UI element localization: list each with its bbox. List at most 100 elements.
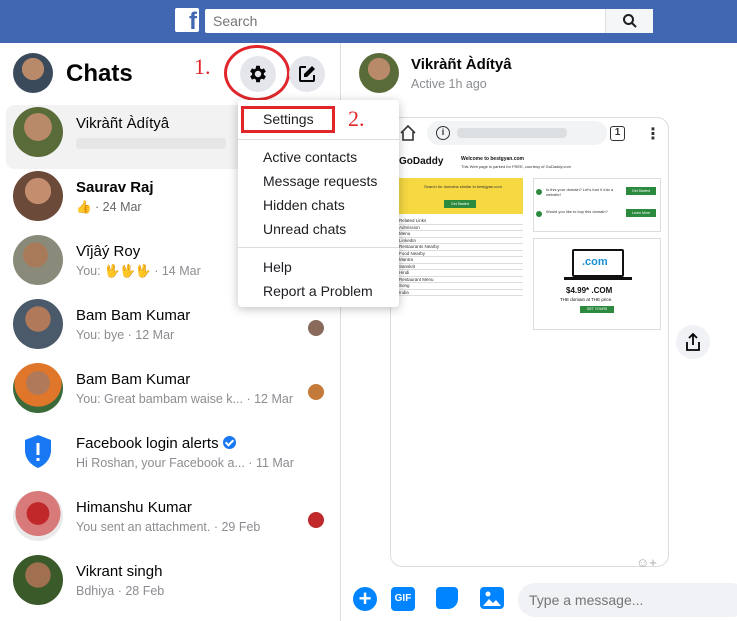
photo-icon[interactable]	[480, 587, 504, 609]
chat-preview: You: Great bambam waise k... · 12 Mar	[76, 392, 293, 406]
info-icon: i	[436, 126, 450, 140]
share-icon	[686, 333, 700, 351]
search-input[interactable]	[205, 9, 605, 33]
contact-name[interactable]: Vikràñt Àdítyâ	[411, 56, 512, 73]
top-bar: f	[0, 0, 737, 43]
offer-text: Is this your domain? Let's turn it into …	[546, 187, 614, 197]
settings-menu: Settings Active contacts Message request…	[238, 100, 399, 307]
thumbs-up-icon: 👍	[76, 200, 92, 214]
chat-name: Vikràñt Àdítyâ	[76, 115, 170, 132]
gif-icon[interactable]: GIF	[391, 587, 415, 611]
menu-item-unread-chats[interactable]: Unread chats	[263, 221, 346, 237]
compose-icon	[299, 66, 315, 82]
chat-name: Saurav Raj	[76, 179, 154, 196]
seen-avatar	[308, 384, 324, 400]
avatar[interactable]	[359, 53, 399, 93]
list-item[interactable]: Vikrant singh Bdhiya · 28 Feb	[6, 553, 336, 617]
gear-icon	[250, 65, 266, 83]
related-links: Related Links Admission Menu LinkedIn Re…	[399, 218, 523, 296]
message-input[interactable]	[518, 583, 737, 617]
parked-page: GoDaddy Welcome to bestgyan.com This Web…	[399, 156, 661, 386]
chat-preview: Hi Roshan, your Facebook a... · 11 Mar	[76, 456, 294, 470]
menu-item-help[interactable]: Help	[263, 259, 292, 275]
get-yours-button: GET YOURS	[580, 306, 614, 313]
divider	[238, 247, 399, 248]
avatar	[13, 363, 63, 413]
shared-image[interactable]: i 1 ⋮ GoDaddy Welcome to bestgyan.com Th…	[390, 117, 669, 567]
avatar	[13, 299, 63, 349]
avatar	[13, 107, 63, 157]
chat-name: Facebook login alerts	[76, 435, 236, 452]
chat-preview: You: bye · 12 Mar	[76, 328, 175, 342]
promo-price: $4.99* .COM	[566, 286, 613, 295]
menu-item-active-contacts[interactable]: Active contacts	[263, 149, 357, 165]
conversation-header: Vikràñt Àdítyâ Active 1h ago	[341, 43, 737, 105]
chat-name: Vikrant singh	[76, 563, 163, 580]
seen-avatar	[308, 320, 324, 336]
offer-button: Learn More	[626, 209, 656, 217]
chat-name: Vĩjâý Roy	[76, 243, 141, 260]
godaddy-logo: GoDaddy	[399, 156, 444, 167]
domain-search-box: Search for domains similar to bestgyan.c…	[399, 178, 523, 214]
divider	[238, 139, 399, 140]
chat-preview	[76, 136, 226, 150]
menu-item-hidden-chats[interactable]: Hidden chats	[263, 197, 345, 213]
plus-icon[interactable]: +	[353, 587, 377, 611]
domain-offers: Is this your domain? Let's turn it into …	[533, 178, 661, 232]
list-item[interactable]: Bam Bam Kumar You: Great bambam waise k.…	[6, 361, 336, 425]
avatar	[13, 555, 63, 605]
chat-preview: 👍 · 24 Mar	[76, 200, 142, 214]
site-welcome: Welcome to bestgyan.com	[461, 156, 524, 162]
new-message-button[interactable]	[289, 56, 325, 92]
facebook-logo-icon[interactable]: f	[175, 8, 199, 35]
annotation-box	[241, 106, 335, 133]
search-text: Search for domains similar to bestgyan.c…	[424, 184, 502, 189]
chat-preview: You sent an attachment. · 29 Feb	[76, 520, 261, 534]
menu-item-message-requests[interactable]: Message requests	[263, 173, 377, 189]
verified-icon	[222, 436, 236, 449]
emoji-react-icon[interactable]: ☺+	[636, 555, 664, 575]
annotation-step-2: 2.	[348, 106, 365, 131]
list-item[interactable]: Facebook login alerts Hi Roshan, your Fa…	[6, 425, 336, 489]
sticker-icon[interactable]	[436, 587, 458, 609]
offer-button: Get Started	[626, 187, 656, 195]
share-button[interactable]	[676, 325, 710, 359]
redacted-preview	[76, 138, 226, 150]
menu-item-report-problem[interactable]: Report a Problem	[263, 283, 373, 299]
url-bar: i	[427, 121, 607, 145]
chat-name: Bam Bam Kumar	[76, 371, 191, 388]
link: India	[399, 290, 523, 296]
more-icon: ⋮	[645, 126, 661, 143]
search-button[interactable]	[605, 9, 653, 33]
shield-icon	[25, 435, 51, 468]
browser-bar: i 1 ⋮	[391, 118, 668, 148]
avatar[interactable]	[13, 53, 53, 93]
com-promo: .com $4.99* .COM THE domain at THE price…	[533, 238, 661, 330]
avatar	[13, 491, 63, 541]
settings-button[interactable]	[240, 56, 276, 92]
list-item[interactable]: Himanshu Kumar You sent an attachment. ·…	[6, 489, 336, 553]
offer-text: Would you like to buy this domain?	[546, 209, 608, 214]
chat-name: Himanshu Kumar	[76, 499, 192, 516]
get-started-button: Get Started	[444, 200, 476, 208]
laptop-icon: .com	[572, 249, 624, 277]
avatar	[13, 171, 63, 221]
globe-icon	[536, 189, 542, 195]
laptop-base	[564, 277, 632, 280]
sidebar-header: Chats 1.	[0, 43, 340, 105]
promo-subtext: THE domain at THE price.	[560, 297, 613, 302]
annotation-step-1: 1.	[194, 54, 211, 79]
redacted-url	[457, 128, 567, 138]
avatar	[13, 235, 63, 285]
chat-name: Bam Bam Kumar	[76, 307, 191, 324]
page-title: Chats	[66, 60, 133, 87]
message-composer: + GIF	[341, 577, 737, 621]
search-icon	[623, 14, 637, 28]
active-status: Active 1h ago	[411, 77, 487, 91]
search-box	[205, 9, 653, 33]
chat-preview: You: 🖖🖖🖖 · 14 Mar	[76, 264, 201, 278]
home-icon	[400, 124, 416, 141]
globe-icon	[536, 211, 542, 217]
avatar	[13, 427, 63, 477]
chat-preview: Bdhiya · 28 Feb	[76, 584, 165, 598]
